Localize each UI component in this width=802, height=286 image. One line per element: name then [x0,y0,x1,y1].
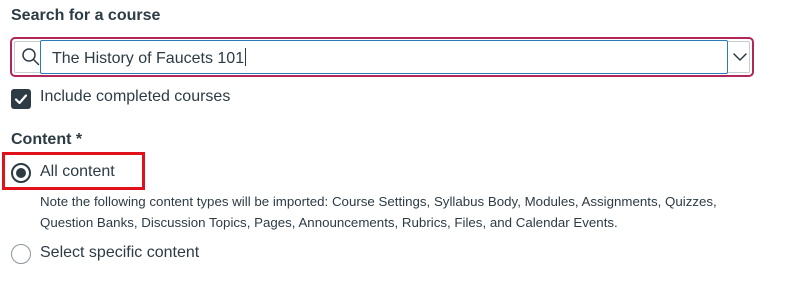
content-group-label: Content * [11,131,83,148]
radio-selected-dot [16,168,26,178]
search-input-value: The History of Faucets 101 [52,50,245,67]
include-completed-checkbox[interactable] [11,89,31,109]
import-note: Note the following content types will be… [40,194,717,230]
search-icon [22,48,40,66]
radio-all-content[interactable] [11,163,31,183]
chevron-down-icon[interactable] [728,40,752,74]
checkmark-icon [14,94,28,105]
radio-select-specific-content[interactable] [11,244,31,264]
all-content-label[interactable]: All content [40,163,115,181]
search-course-label: Search for a course [11,7,161,24]
include-completed-label[interactable]: Include completed courses [40,88,230,106]
select-specific-content-label[interactable]: Select specific content [40,244,199,262]
search-input[interactable]: The History of Faucets 101 [40,40,728,74]
text-cursor [245,48,247,66]
